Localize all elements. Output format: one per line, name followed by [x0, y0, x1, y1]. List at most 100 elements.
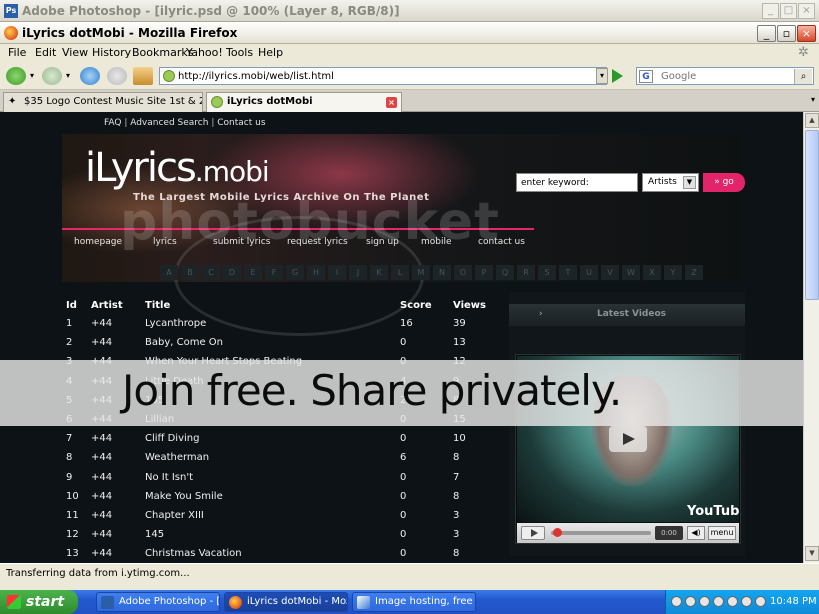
tray-network-icon[interactable]: [741, 596, 752, 607]
menu-edit[interactable]: Edit: [35, 46, 56, 59]
forward-icon[interactable]: [42, 67, 62, 85]
task-firefox[interactable]: iLyrics dotMobi - Mozil...: [224, 592, 348, 612]
seek-handle[interactable]: [553, 528, 562, 537]
faq-link[interactable]: FAQ: [104, 118, 121, 128]
search-bar[interactable]: G ⌕: [636, 67, 814, 85]
table-row[interactable]: 13 +44 Christmas Vacation 0 8: [62, 546, 506, 563]
table-row[interactable]: 1 +44 Lycanthrope 16 39: [62, 316, 506, 335]
menu-file[interactable]: File: [8, 46, 26, 59]
cell-title[interactable]: Christmas Vacation: [145, 548, 242, 559]
alpha-letter[interactable]: C: [202, 265, 220, 280]
cell-title[interactable]: Chapter XIII: [145, 510, 204, 521]
alpha-letter[interactable]: P: [475, 265, 493, 280]
back-icon[interactable]: [6, 67, 26, 85]
tab-logo-contest[interactable]: ✦ $35 Logo Contest Music Site 1st & 2nd.…: [3, 92, 203, 112]
url-bar[interactable]: [159, 67, 607, 85]
site-logo[interactable]: iLyrics.mobi: [85, 145, 270, 191]
cell-title[interactable]: Lycanthrope: [145, 318, 206, 329]
stop-icon[interactable]: [107, 67, 127, 85]
alpha-letter[interactable]: F: [265, 265, 283, 280]
menu-bookmarks[interactable]: Bookmarks: [132, 46, 193, 59]
search-type-select[interactable]: Artists ▼: [642, 173, 699, 192]
play-button-icon[interactable]: [521, 526, 545, 540]
tab-ilyrics[interactable]: iLyrics dotMobi ×: [206, 92, 402, 112]
table-row[interactable]: 7 +44 Cliff Diving 0 10: [62, 431, 506, 450]
alpha-letter[interactable]: Y: [664, 265, 682, 280]
alpha-letter[interactable]: J: [349, 265, 367, 280]
tab-list-chevron-icon[interactable]: ▾: [811, 95, 815, 104]
alpha-letter[interactable]: W: [622, 265, 640, 280]
scroll-down-icon[interactable]: ▼: [805, 546, 819, 561]
task-image-hosting[interactable]: Image hosting, free p...: [352, 592, 476, 612]
alpha-letter[interactable]: X: [643, 265, 661, 280]
url-dropdown-icon[interactable]: ▾: [596, 68, 608, 84]
cell-title[interactable]: Cliff Diving: [145, 433, 199, 444]
alpha-letter[interactable]: G: [286, 265, 304, 280]
menu-help[interactable]: Help: [258, 46, 283, 59]
alpha-letter[interactable]: K: [370, 265, 388, 280]
play-overlay-icon[interactable]: [609, 426, 647, 452]
nav-homepage[interactable]: homepage: [74, 237, 122, 247]
table-row[interactable]: 10 +44 Make You Smile 0 8: [62, 489, 506, 508]
alpha-letter[interactable]: M: [412, 265, 430, 280]
table-row[interactable]: 11 +44 Chapter XIII 0 3: [62, 508, 506, 527]
alpha-letter[interactable]: O: [454, 265, 472, 280]
table-row[interactable]: 2 +44 Baby, Come On 0 13: [62, 335, 506, 354]
ps-minimize-button[interactable]: _: [762, 3, 779, 19]
keyword-input[interactable]: [516, 173, 638, 192]
go-arrow-icon[interactable]: [612, 69, 623, 83]
tray-security-icon[interactable]: [713, 596, 724, 607]
alpha-letter[interactable]: R: [517, 265, 535, 280]
alpha-letter[interactable]: S: [538, 265, 556, 280]
home-icon[interactable]: [133, 67, 153, 85]
alpha-letter[interactable]: H: [307, 265, 325, 280]
minimize-button[interactable]: _: [757, 25, 776, 42]
alpha-letter[interactable]: Q: [496, 265, 514, 280]
alpha-letter[interactable]: Z: [685, 265, 703, 280]
ps-maximize-button[interactable]: □: [780, 3, 797, 19]
close-button[interactable]: ×: [797, 25, 816, 42]
tray-firefox-icon[interactable]: [685, 596, 696, 607]
url-input[interactable]: [178, 69, 598, 83]
search-input[interactable]: [661, 69, 791, 83]
volume-icon[interactable]: ◀): [687, 526, 705, 540]
table-row[interactable]: 8 +44 Weatherman 6 8: [62, 450, 506, 469]
alpha-letter[interactable]: L: [391, 265, 409, 280]
menu-tools[interactable]: Tools: [226, 46, 253, 59]
scroll-thumb[interactable]: [805, 130, 819, 300]
cell-title[interactable]: Weatherman: [145, 452, 209, 463]
forward-history-chevron-icon[interactable]: ▾: [66, 71, 70, 80]
tray-c-icon[interactable]: [671, 596, 682, 607]
alpha-letter[interactable]: V: [601, 265, 619, 280]
google-engine-icon[interactable]: G: [639, 70, 653, 83]
vertical-scrollbar[interactable]: ▲ ▼: [803, 112, 819, 563]
scroll-up-icon[interactable]: ▲: [805, 113, 819, 128]
restore-button[interactable]: ▫: [777, 25, 796, 42]
menu-view[interactable]: View: [62, 46, 88, 59]
cell-title[interactable]: No It Isn't: [145, 472, 193, 483]
seek-bar[interactable]: [551, 531, 651, 535]
player-menu-button[interactable]: menu: [708, 526, 736, 540]
alpha-letter[interactable]: U: [580, 265, 598, 280]
start-button[interactable]: start: [0, 590, 78, 614]
go-button[interactable]: » go: [703, 173, 745, 192]
menu-history[interactable]: History: [92, 46, 131, 59]
ps-close-button[interactable]: ×: [798, 3, 815, 19]
tray-volume-icon[interactable]: [755, 596, 766, 607]
advanced-search-link[interactable]: Advanced Search: [130, 118, 208, 128]
reload-icon[interactable]: [80, 67, 100, 85]
cell-title[interactable]: Make You Smile: [145, 491, 223, 502]
alpha-letter[interactable]: D: [223, 265, 241, 280]
alpha-letter[interactable]: E: [244, 265, 262, 280]
task-photoshop[interactable]: Adobe Photoshop - [il...: [96, 592, 220, 612]
search-magnifier-icon[interactable]: ⌕: [794, 69, 812, 84]
tray-info-icon[interactable]: [727, 596, 738, 607]
menu-yahoo[interactable]: Yahoo!: [186, 46, 223, 59]
cell-title[interactable]: 145: [145, 529, 164, 540]
contact-us-link[interactable]: Contact us: [217, 118, 265, 128]
table-row[interactable]: 12 +44 145 0 3: [62, 527, 506, 546]
alpha-letter[interactable]: A: [160, 265, 178, 280]
alpha-letter[interactable]: N: [433, 265, 451, 280]
tab-close-icon[interactable]: ×: [386, 97, 397, 108]
alpha-letter[interactable]: B: [181, 265, 199, 280]
